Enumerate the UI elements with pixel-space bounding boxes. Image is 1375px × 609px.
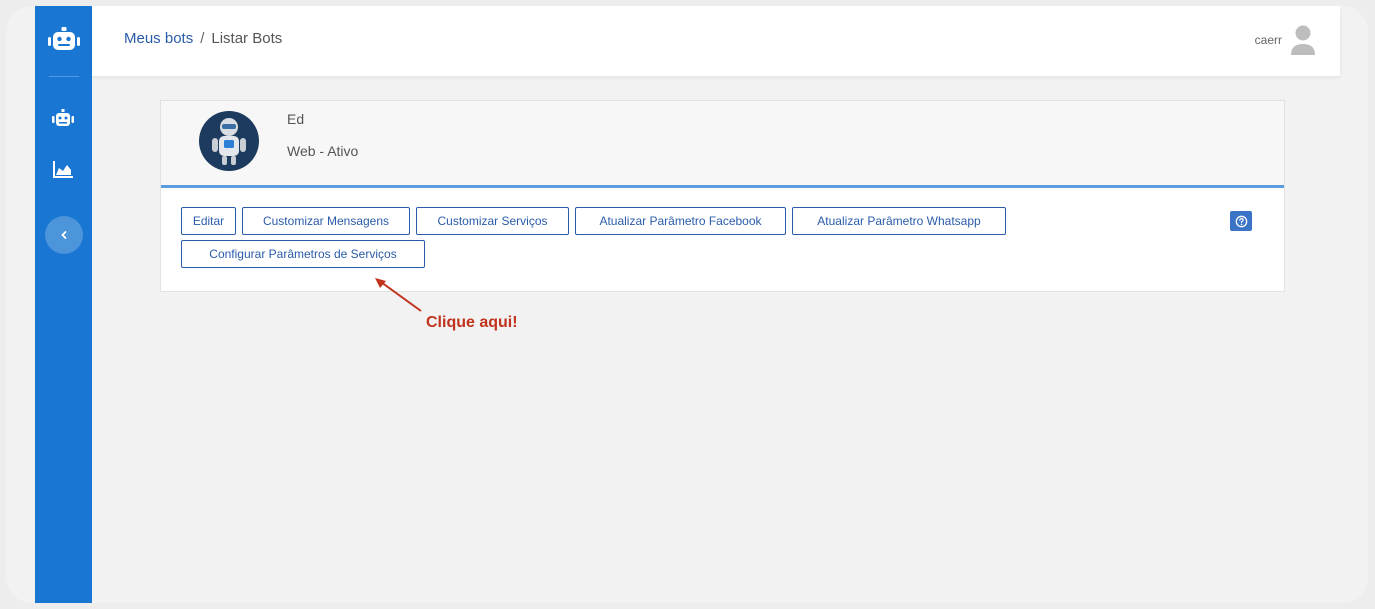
area-chart-icon[interactable] — [50, 158, 76, 180]
sidebar — [35, 6, 92, 603]
breadcrumb-separator: / — [200, 30, 205, 47]
robot-logo-icon[interactable] — [46, 23, 82, 59]
robot-icon[interactable] — [50, 108, 76, 130]
app-frame: Meus bots / Listar Bots caerr Ed Web - Ati… — [6, 6, 1368, 603]
sidebar-collapse-button[interactable] — [45, 216, 83, 254]
bot-card: Ed Web - Ativo Editar Customizar Mensage… — [160, 100, 1285, 292]
user-avatar-icon[interactable] — [1290, 24, 1316, 58]
bot-avatar-icon — [199, 111, 259, 171]
customize-messages-button[interactable]: Customizar Mensagens — [242, 207, 410, 235]
customize-services-button[interactable]: Customizar Serviços — [416, 207, 569, 235]
user-name[interactable]: caerr — [1255, 33, 1282, 47]
bot-name: Ed — [287, 111, 305, 127]
help-button[interactable] — [1230, 211, 1252, 231]
update-facebook-parameter-button[interactable]: Atualizar Parâmetro Facebook — [575, 207, 786, 235]
breadcrumb-current: Listar Bots — [211, 30, 283, 47]
bot-status: Web - Ativo — [287, 143, 359, 159]
breadcrumb: Meus bots / Listar Bots — [124, 30, 282, 47]
annotation-text: Clique aqui! — [426, 314, 518, 331]
top-bar: Meus bots / Listar Bots caerr — [92, 6, 1340, 76]
annotation-arrow-icon — [375, 278, 422, 312]
help-circle-icon — [1235, 215, 1247, 227]
configure-service-parameters-button[interactable]: Configurar Parâmetros de Serviços — [181, 240, 425, 268]
edit-button[interactable]: Editar — [181, 207, 236, 235]
breadcrumb-meus-bots[interactable]: Meus bots — [124, 30, 193, 47]
bot-card-header: Ed Web - Ativo — [161, 101, 1284, 188]
sidebar-divider — [49, 76, 79, 77]
chevron-left-icon — [61, 231, 67, 239]
update-whatsapp-parameter-button[interactable]: Atualizar Parâmetro Whatsapp — [792, 207, 1006, 235]
